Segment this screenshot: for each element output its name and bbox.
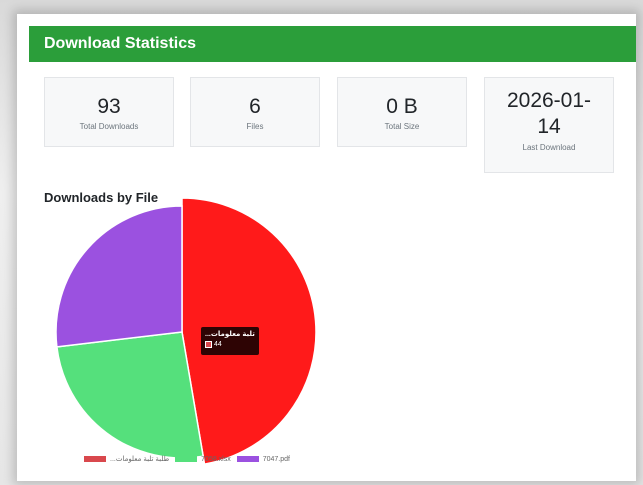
legend-item[interactable]: ...طلبة تلبة معلومات	[84, 455, 169, 463]
stat-label: Files	[246, 122, 264, 131]
chart-title: Downloads by File	[44, 190, 159, 205]
stat-label: Total Downloads	[79, 122, 139, 131]
stat-total-size: 0 B Total Size	[337, 77, 467, 147]
download-statistics-card: Download Statistics 93 Total Downloads 6…	[17, 14, 636, 481]
stat-value-line2: 14	[537, 115, 561, 138]
stat-label: Total Size	[384, 122, 420, 131]
legend-item[interactable]: 7047.pdf	[236, 455, 290, 463]
legend-label: 7058.xlsx	[201, 455, 231, 463]
stat-value-line1: 2026-01-	[506, 89, 592, 112]
stat-last-download: 2026-01- 14 Last Download	[484, 77, 614, 173]
chart-legend: ...طلبة تلبة معلومات 7058.xlsx 7047.pdf	[84, 455, 290, 463]
pie-slice[interactable]	[56, 331, 205, 459]
legend-swatch	[84, 456, 106, 462]
chart-tooltip: ...طلبة تلبة معلومات 44	[201, 327, 259, 355]
tooltip-row: 44	[205, 341, 255, 348]
tooltip-value: 44	[214, 341, 222, 348]
stat-value: 2026-01- 14	[485, 88, 613, 140]
stat-label: Last Download	[522, 143, 576, 152]
legend-swatch	[175, 456, 198, 462]
tooltip-swatch	[205, 341, 212, 348]
screen-background: Download Statistics 93 Total Downloads 6…	[0, 0, 643, 485]
legend-label: ...طلبة تلبة معلومات	[110, 456, 170, 463]
pie-slice[interactable]	[55, 205, 183, 348]
stat-total-downloads: 93 Total Downloads	[44, 77, 174, 147]
stat-value: 93	[97, 95, 121, 118]
legend-swatch	[236, 456, 259, 462]
card-header: Download Statistics	[29, 26, 636, 62]
stat-files: 6 Files	[190, 77, 320, 147]
legend-item[interactable]: 7058.xlsx	[175, 456, 231, 463]
stat-value: 6	[249, 95, 261, 118]
tooltip-title: ...طلبة تلبة معلومات	[205, 331, 255, 338]
stat-value: 0 B	[386, 95, 418, 118]
legend-label: 7047.pdf	[262, 455, 290, 463]
